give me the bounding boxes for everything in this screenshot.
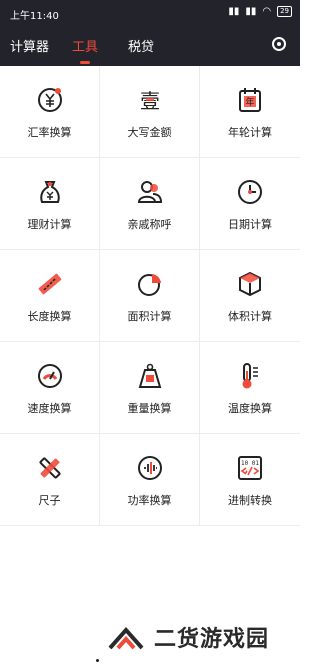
tool-relatives[interactable]: 亲戚称呼 [100, 158, 200, 250]
tool-volume[interactable]: 体积计算 [200, 250, 300, 342]
watermark-text: 二货游戏园 [154, 627, 270, 652]
tool-label: 面积计算 [127, 310, 172, 323]
home-indicator-dot [96, 659, 99, 662]
binary-code-icon: 10 01 [238, 456, 262, 480]
tool-label: 理财计算 [27, 218, 72, 231]
tool-label: 进制转换 [228, 494, 272, 507]
tool-speed[interactable]: 速度换算 [0, 342, 100, 434]
tool-finance[interactable]: 理财计算 [0, 158, 100, 250]
clock-icon [238, 180, 262, 204]
tool-label: 亲戚称呼 [127, 218, 172, 231]
status-bar: 上午11:40 ▮▮ ▮▮ ◠ 29 [0, 0, 300, 26]
active-tab-indicator [80, 61, 90, 64]
top-nav: 计算器 工具 税贷 [0, 26, 300, 66]
calendar-year-icon: 年 [239, 88, 261, 112]
signal-icon-2: ▮▮ [245, 6, 257, 17]
tab-tools[interactable]: 工具 [72, 36, 99, 64]
area-pie-icon [137, 274, 161, 296]
ruler-pencil-icon [39, 457, 60, 479]
thermometer-icon [242, 363, 258, 389]
settings-icon[interactable] [272, 37, 286, 51]
tools-grid: 汇率换算 壹 大写金额 年 年轮计算 理财计算 [0, 66, 300, 526]
power-wave-icon [137, 456, 162, 480]
tool-length[interactable]: 长度换算 [0, 250, 100, 342]
tool-weight[interactable]: 重量换算 [100, 342, 200, 434]
tool-label: 速度换算 [27, 402, 72, 415]
tab-tax-loan[interactable]: 税贷 [128, 36, 154, 55]
tool-label: 体积计算 [228, 310, 272, 323]
tool-temperature[interactable]: 温度换算 [200, 342, 300, 434]
tool-label: 重量换算 [127, 402, 172, 415]
money-bag-icon [39, 181, 60, 203]
tab-calculator[interactable]: 计算器 [10, 36, 49, 55]
tool-exchange-rate[interactable]: 汇率换算 [0, 66, 100, 158]
tool-area[interactable]: 面积计算 [100, 250, 200, 342]
tool-date[interactable]: 日期计算 [200, 158, 300, 250]
speedometer-icon [37, 364, 62, 388]
chinese-numeral-icon: 壹 [140, 89, 160, 113]
tool-label: 尺子 [38, 494, 61, 507]
status-icons: ▮▮ ▮▮ ◠ 29 [228, 6, 292, 17]
tool-power[interactable]: 功率换算 [100, 434, 200, 526]
tool-label: 长度换算 [27, 310, 72, 323]
wifi-icon: ◠ [262, 6, 272, 17]
ruler-icon [38, 273, 61, 295]
watermark: 二货游戏园 [106, 614, 296, 660]
tool-label: 日期计算 [228, 218, 272, 231]
tool-ruler[interactable]: 尺子 [0, 434, 100, 526]
tool-label: 年轮计算 [228, 126, 272, 139]
currency-exchange-icon [37, 88, 62, 112]
svg-text:年: 年 [245, 96, 254, 108]
tab-tools-label: 工具 [72, 40, 99, 55]
battery-icon: 29 [277, 6, 292, 17]
watermark-logo-icon [108, 626, 144, 650]
tool-label: 大写金额 [127, 126, 172, 139]
tool-base-convert[interactable]: 10 01 进制转换 [200, 434, 300, 526]
signal-icon: ▮▮ [228, 6, 240, 17]
svg-text:10 01: 10 01 [241, 460, 259, 467]
tool-label: 温度换算 [228, 402, 272, 415]
relatives-icon [137, 181, 162, 203]
tool-label: 汇率换算 [27, 126, 72, 139]
cube-icon [239, 271, 261, 297]
weight-icon [138, 363, 161, 388]
tool-label: 功率换算 [127, 494, 172, 507]
tool-capital-amount[interactable]: 壹 大写金额 [100, 66, 200, 158]
tool-year-ring[interactable]: 年 年轮计算 [200, 66, 300, 158]
status-time: 上午11:40 [10, 11, 59, 22]
